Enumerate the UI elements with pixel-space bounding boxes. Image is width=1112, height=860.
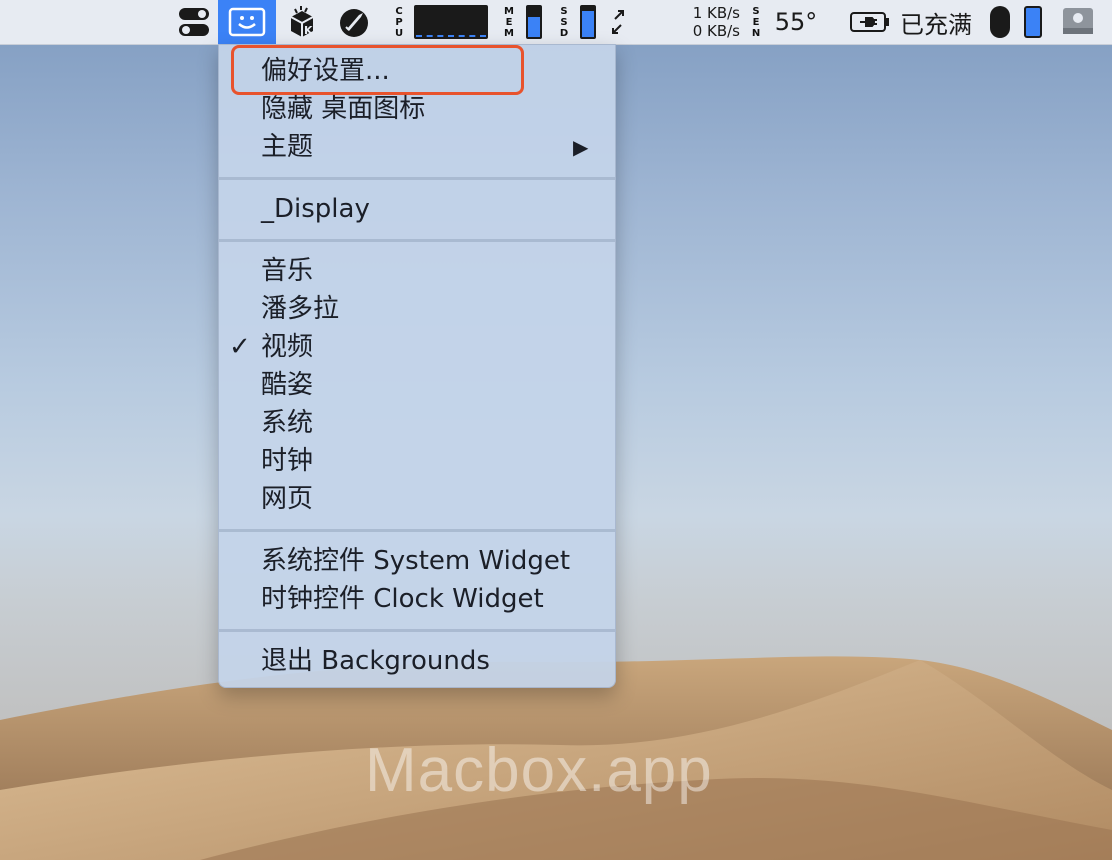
net-down-speed: 0 KB/s xyxy=(692,22,740,40)
mem-letter-e: E xyxy=(505,16,513,28)
checkmark-icon: ✓ xyxy=(229,332,251,362)
cpu-letter-c: C xyxy=(395,5,403,17)
ssd-label: S S D xyxy=(555,0,573,44)
mem-label: M E M xyxy=(500,0,518,44)
menu-separator xyxy=(219,629,615,632)
menu-item-hide-desktop-icons[interactable]: 隐藏 桌面图标 xyxy=(261,93,425,125)
phone-battery-icon[interactable] xyxy=(1020,0,1046,44)
ssd-bar[interactable] xyxy=(576,0,600,44)
rocket-icon[interactable] xyxy=(332,0,376,44)
watermark: Macbox.app xyxy=(365,736,713,805)
menu-item-preferences[interactable]: 偏好设置... xyxy=(261,55,390,87)
cpu-letter-p: P xyxy=(395,16,403,28)
mem-letter-m2: M xyxy=(504,27,514,39)
mem-letter-m: M xyxy=(504,5,514,17)
battery-status[interactable]: 已充满 xyxy=(896,0,976,44)
disk-icon[interactable] xyxy=(1058,0,1098,44)
sen-letter-e: E xyxy=(752,16,760,28)
mem-bar[interactable] xyxy=(522,0,546,44)
menu-bar: K C P U M E M S S D 1 KB/s 0 KB/s S E N … xyxy=(0,0,1112,45)
ssd-letter-s2: S xyxy=(560,16,568,28)
svg-text:K: K xyxy=(304,24,313,37)
sen-letter-s: S xyxy=(752,5,760,17)
temperature[interactable]: 55° xyxy=(768,0,824,44)
smiley-icon xyxy=(228,7,266,37)
toggle-icon[interactable] xyxy=(172,0,216,44)
menu-separator xyxy=(219,529,615,532)
cpu-letter-u: U xyxy=(394,27,404,39)
cpu-graph[interactable] xyxy=(412,0,490,44)
ssd-letter-d: D xyxy=(559,27,569,39)
menu-item-music[interactable]: 音乐 xyxy=(261,255,313,287)
sen-label: S E N xyxy=(748,0,764,44)
submenu-arrow-icon: ▶ xyxy=(573,135,589,159)
menu-item-clock[interactable]: 时钟 xyxy=(261,445,313,477)
menu-item-system-widget[interactable]: 系统控件 System Widget xyxy=(261,545,570,577)
menu-item-clock-widget[interactable]: 时钟控件 Clock Widget xyxy=(261,583,544,615)
backgrounds-dropdown-menu: 偏好设置... 隐藏 桌面图标 主题 ▶ _Display 音乐 潘多拉 ✓ 视… xyxy=(218,44,616,688)
menu-item-theme[interactable]: 主题 xyxy=(261,131,313,163)
battery-plug-icon[interactable] xyxy=(848,0,892,44)
menu-item-kuzi[interactable]: 酷姿 xyxy=(261,369,313,401)
menu-separator xyxy=(219,239,615,242)
k-box-icon[interactable]: K xyxy=(280,0,324,44)
network-speed[interactable]: 1 KB/s 0 KB/s xyxy=(666,0,740,44)
menu-item-system[interactable]: 系统 xyxy=(261,407,313,439)
menu-item-pandora[interactable]: 潘多拉 xyxy=(261,293,339,325)
arrows-icon[interactable] xyxy=(606,0,630,44)
sen-letter-n: N xyxy=(751,27,761,39)
menu-item-video[interactable]: 视频 xyxy=(261,331,313,363)
ssd-letter-s: S xyxy=(560,5,568,17)
backgrounds-menu-icon[interactable] xyxy=(218,0,276,44)
menu-item-quit[interactable]: 退出 Backgrounds xyxy=(261,645,490,677)
menu-item-display[interactable]: _Display xyxy=(261,193,370,225)
menu-separator xyxy=(219,177,615,180)
menu-item-web[interactable]: 网页 xyxy=(261,483,313,515)
net-up-speed: 1 KB/s xyxy=(692,4,740,22)
mouse-icon[interactable] xyxy=(986,0,1014,44)
cpu-label: C P U xyxy=(390,0,408,44)
